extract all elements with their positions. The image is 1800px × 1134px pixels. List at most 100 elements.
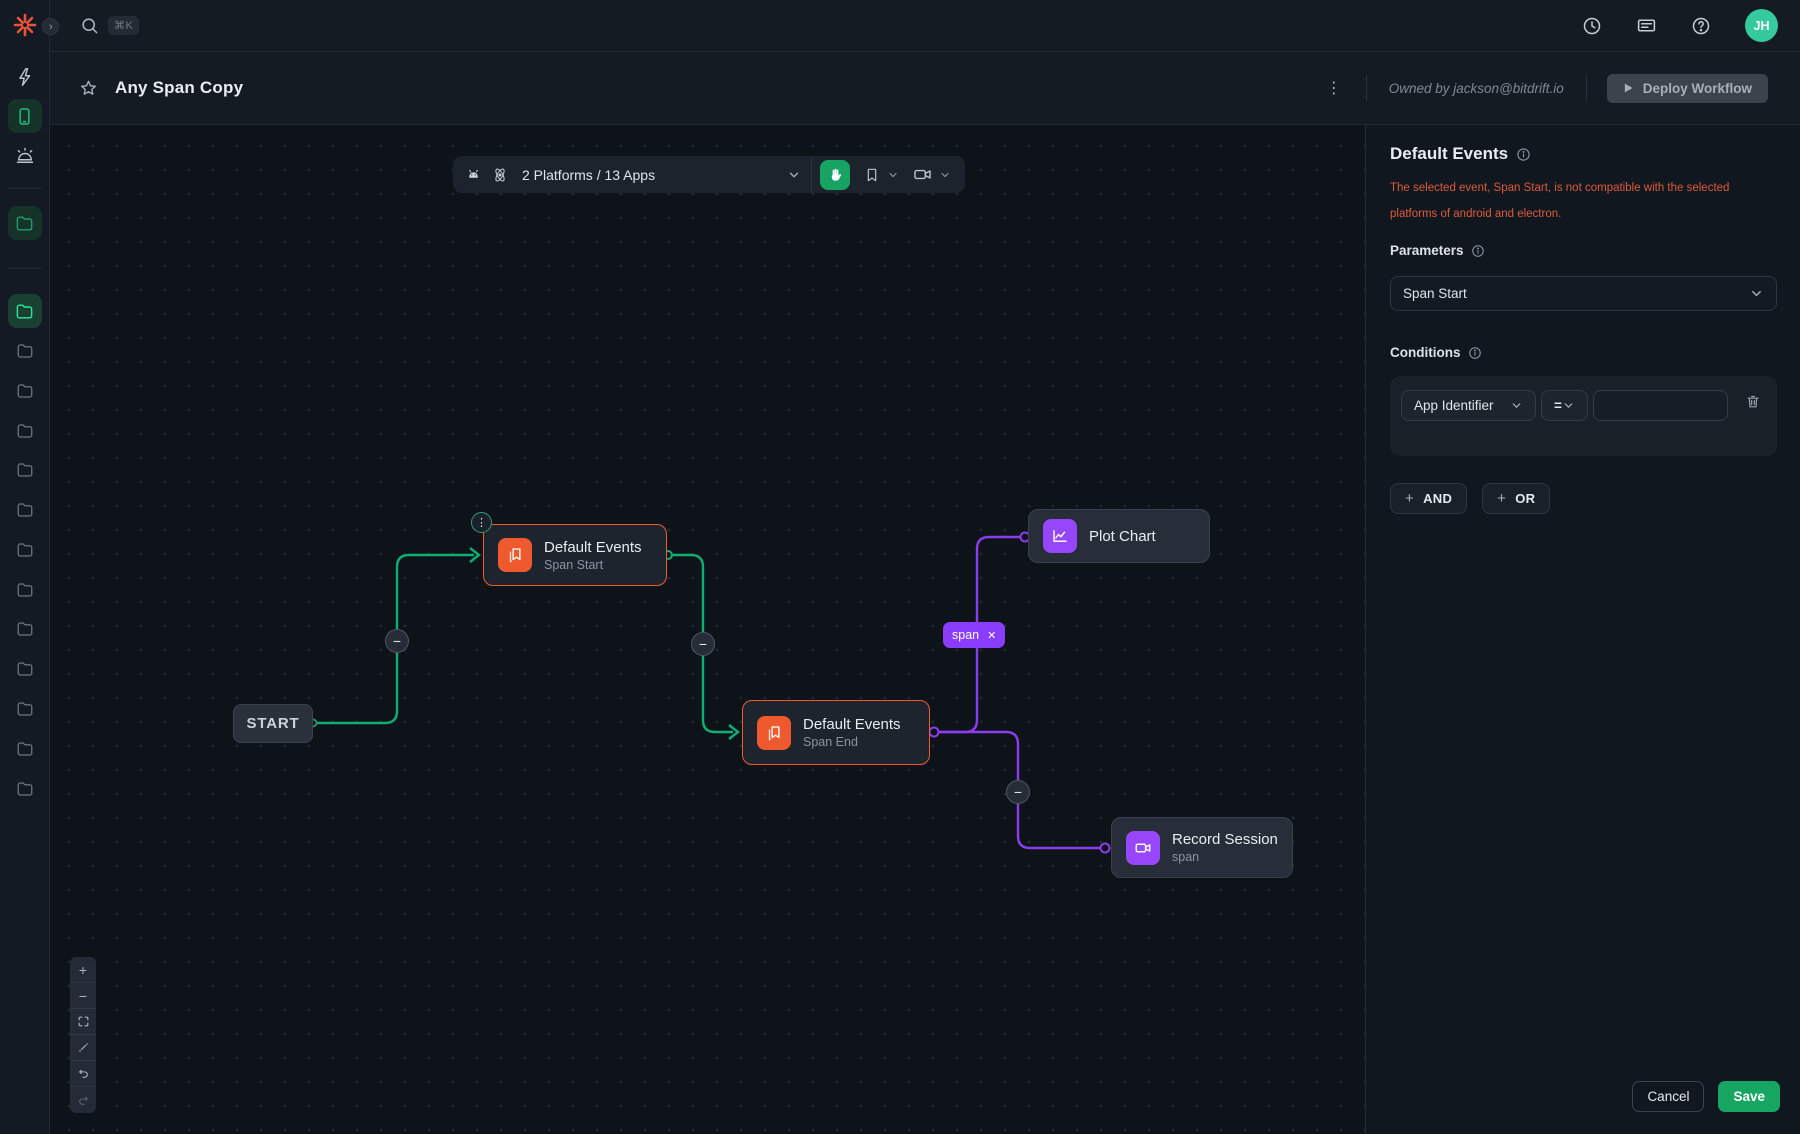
bookmark-tool[interactable]: [864, 167, 899, 183]
video-camera-icon: [913, 165, 932, 184]
sidebar-item-alerts[interactable]: [15, 146, 35, 166]
favorite-star-icon[interactable]: [79, 79, 98, 98]
sidebar-folder[interactable]: [16, 461, 34, 479]
hand-icon: [827, 167, 843, 183]
user-avatar[interactable]: JH: [1745, 9, 1778, 42]
sidebar-folder[interactable]: [16, 581, 34, 599]
toggle-interactivity-button[interactable]: [70, 1035, 96, 1061]
recording-tool[interactable]: [913, 165, 951, 184]
node-title: Record Session: [1172, 830, 1278, 849]
node-title: Default Events: [803, 715, 901, 734]
play-icon: [1623, 82, 1634, 94]
node-title: Plot Chart: [1089, 527, 1156, 546]
android-icon: [465, 166, 482, 183]
collapse-edge-button[interactable]: −: [691, 632, 715, 656]
sidebar-collapse-button[interactable]: ›: [42, 18, 59, 35]
port-record-session-in[interactable]: [1101, 844, 1110, 853]
brand-logo-icon[interactable]: [13, 13, 37, 37]
node-plot-chart[interactable]: Plot Chart: [1028, 509, 1210, 563]
add-or-condition-button[interactable]: + OR: [1482, 483, 1550, 514]
sidebar-folder[interactable]: [16, 342, 34, 360]
bookmark-icon: [864, 167, 880, 183]
folder-icon: [16, 581, 34, 599]
trash-icon: [1745, 393, 1761, 410]
node-default-events-span-start[interactable]: Default Events Span Start: [483, 524, 667, 586]
record-session-icon: [1126, 831, 1160, 865]
keyboard-icon[interactable]: [1636, 15, 1657, 36]
folder-icon: [16, 740, 34, 758]
node-options-button[interactable]: ⋮: [471, 512, 492, 533]
sidebar-folder[interactable]: [16, 422, 34, 440]
node-subtitle: Span Start: [544, 557, 642, 573]
info-icon[interactable]: [1471, 244, 1485, 258]
sidebar-item-flows[interactable]: [15, 67, 35, 87]
condition-operator-value: =: [1554, 398, 1562, 413]
folder-icon: [16, 620, 34, 638]
undo-button[interactable]: [70, 1061, 96, 1087]
canvas-toolbar: 2 Platforms / 13 Apps: [453, 156, 965, 193]
workflow-title: Any Span Copy: [115, 78, 243, 98]
folder-icon: [16, 461, 34, 479]
pan-tool-button[interactable]: [820, 160, 850, 190]
node-default-events-span-end[interactable]: Default Events Span End: [742, 700, 930, 765]
info-icon[interactable]: [1468, 346, 1482, 360]
workflow-edges: [50, 125, 1365, 1134]
sidebar-folder[interactable]: [16, 620, 34, 638]
edge-label: span: [952, 628, 979, 642]
help-icon[interactable]: [1691, 16, 1711, 36]
node-title: Default Events: [544, 538, 642, 557]
condition-field-value: App Identifier: [1414, 398, 1494, 413]
node-config-panel: Default Events The selected event, Span …: [1365, 125, 1800, 1134]
sidebar-folder-pinned[interactable]: [8, 206, 42, 240]
node-record-session[interactable]: Record Session span: [1111, 817, 1293, 878]
condition-value-input[interactable]: [1593, 390, 1728, 421]
remove-edge-label-icon[interactable]: ✕: [987, 629, 996, 642]
alarm-icon: [15, 146, 35, 166]
global-search[interactable]: ⌘K: [80, 16, 139, 35]
history-icon[interactable]: [1582, 16, 1602, 36]
parameters-value: Span Start: [1403, 286, 1467, 301]
platforms-label: 2 Platforms / 13 Apps: [522, 167, 655, 183]
condition-row: App Identifier =: [1390, 376, 1777, 456]
divider: [1586, 75, 1587, 101]
condition-field-select[interactable]: App Identifier: [1401, 390, 1536, 421]
node-subtitle: Span End: [803, 734, 901, 750]
collapse-edge-button[interactable]: −: [1006, 780, 1030, 804]
condition-operator-select[interactable]: =: [1541, 390, 1588, 421]
parameters-select[interactable]: Span Start: [1390, 276, 1777, 311]
sidebar-item-sessions[interactable]: [8, 99, 42, 133]
workflow-menu-button[interactable]: ⋮: [1302, 78, 1366, 98]
workflow-canvas[interactable]: 2 Platforms / 13 Apps START Def: [50, 125, 1365, 1134]
port-span-end-out[interactable]: [930, 728, 939, 737]
sidebar-folder[interactable]: [16, 382, 34, 400]
node-subtitle: span: [1172, 849, 1278, 865]
add-and-condition-button[interactable]: + AND: [1390, 483, 1467, 514]
cancel-button[interactable]: Cancel: [1632, 1081, 1704, 1112]
shortcut-badge: ⌘K: [108, 16, 139, 35]
validation-error-message: The selected event, Span Start, is not c…: [1390, 175, 1777, 227]
save-button[interactable]: Save: [1718, 1081, 1780, 1112]
sidebar-folder[interactable]: [16, 660, 34, 678]
edge-label-badge[interactable]: span ✕: [943, 622, 1005, 648]
sidebar-folder-active[interactable]: [8, 294, 42, 328]
delete-condition-button[interactable]: [1743, 391, 1763, 412]
zoom-in-button[interactable]: +: [70, 957, 96, 983]
sidebar-folder[interactable]: [16, 541, 34, 559]
search-icon: [80, 16, 99, 35]
fit-view-button[interactable]: [70, 1009, 96, 1035]
sidebar-folder[interactable]: [16, 700, 34, 718]
folder-icon: [15, 302, 34, 321]
sidebar-folder[interactable]: [16, 501, 34, 519]
canvas-zoom-controls: + −: [70, 957, 96, 1113]
zoom-out-button[interactable]: −: [70, 983, 96, 1009]
sidebar-folder[interactable]: [16, 780, 34, 798]
platforms-dropdown[interactable]: 2 Platforms / 13 Apps: [465, 166, 811, 184]
folder-icon: [16, 700, 34, 718]
sidebar-folder[interactable]: [16, 740, 34, 758]
info-icon[interactable]: [1516, 147, 1531, 162]
node-start[interactable]: START: [233, 704, 313, 743]
plus-icon: +: [1405, 490, 1414, 507]
collapse-edge-button[interactable]: −: [385, 629, 409, 653]
redo-button[interactable]: [70, 1087, 96, 1113]
deploy-workflow-button[interactable]: Deploy Workflow: [1607, 74, 1768, 103]
